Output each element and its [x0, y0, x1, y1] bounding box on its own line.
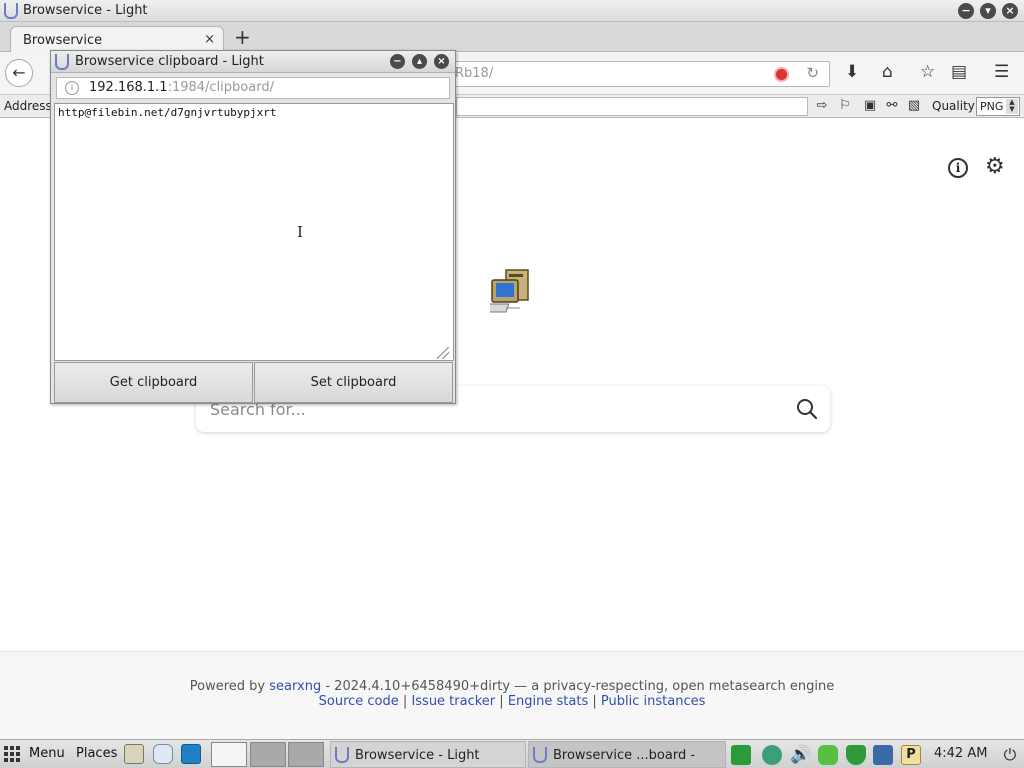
browservice-app-icon [4, 2, 18, 19]
maximize-icon[interactable]: ▾ [980, 3, 996, 19]
tab-close-icon[interactable]: × [204, 32, 215, 47]
tab-browservice[interactable]: Browservice × [10, 26, 224, 52]
url-path-text: Rb18/ [455, 66, 494, 81]
address-field[interactable] [456, 97, 808, 116]
clipboard-window-title: Browservice clipboard - Light [75, 54, 264, 69]
clipboard-icon[interactable]: ▧ [905, 97, 923, 115]
display-icon[interactable] [873, 745, 893, 765]
footer-separator: | [592, 694, 597, 709]
powered-by-line: Powered by searxng - 2024.4.10+6458490+d… [0, 679, 1024, 694]
powered-prefix: Powered by [189, 679, 266, 694]
clipboard-textarea[interactable]: http@filebin.net/d7gnjvrtubypjxrt [54, 103, 454, 361]
quality-value: PNG [980, 100, 1004, 113]
window-title: Browservice - Light [23, 3, 148, 18]
network-manager-icon[interactable] [762, 745, 782, 765]
hamburger-menu-icon[interactable]: ☰ [994, 62, 1009, 82]
shield-icon[interactable] [846, 745, 866, 765]
stop-icon[interactable] [774, 67, 789, 82]
find-icon[interactable]: ⚯ [883, 97, 901, 115]
page-footer: Powered by searxng - 2024.4.10+6458490+d… [0, 651, 1024, 739]
new-tab-button[interactable]: + [234, 26, 251, 48]
download-icon[interactable]: ⬇ [845, 62, 859, 82]
browservice-app-icon [533, 747, 547, 763]
clock: 4:42 AM [934, 746, 988, 761]
search-icon[interactable] [796, 398, 818, 420]
public-instances-link[interactable]: Public instances [601, 694, 705, 709]
tab-label: Browservice [23, 33, 103, 48]
maximize-icon[interactable]: ▴ [412, 54, 427, 69]
browservice-app-icon [335, 747, 349, 763]
window-titlebar: Browservice - Light − ▾ × [0, 0, 1024, 22]
volume-icon[interactable]: 🔊 [790, 745, 811, 765]
footer-links: Source code | Issue tracker | Engine sta… [0, 694, 1024, 709]
info-icon[interactable]: i [948, 158, 968, 178]
spinner-arrows-icon[interactable]: ▲ ▼ [1006, 99, 1018, 114]
task-browservice-light[interactable]: Browservice - Light [330, 741, 526, 768]
back-button[interactable]: ← [5, 59, 33, 87]
app-grid-icon[interactable] [4, 746, 22, 762]
powered-suffix: - 2024.4.10+6458490+dirty — a privacy-re… [325, 679, 835, 694]
get-clipboard-button[interactable]: Get clipboard [54, 362, 253, 403]
url-port-path: :1984/clipboard/ [167, 80, 274, 95]
footer-separator: | [402, 694, 408, 709]
minimize-icon[interactable]: − [390, 54, 405, 69]
source-code-link[interactable]: Source code [319, 694, 399, 709]
browser-launcher-icon[interactable] [153, 744, 173, 764]
network-graph-icon[interactable] [731, 745, 751, 765]
resize-grip-icon[interactable] [437, 347, 449, 359]
url-host: 192.168.1.1 [89, 80, 168, 95]
browservice-app-icon [55, 54, 69, 70]
close-icon[interactable]: × [434, 54, 449, 69]
taskbar: Menu Places Browservice - Light Browserv… [0, 739, 1024, 768]
workspace-3[interactable] [288, 742, 324, 767]
reload-icon[interactable]: ↻ [806, 64, 819, 82]
library-icon[interactable]: ▤ [951, 62, 967, 82]
engine-stats-link[interactable]: Engine stats [508, 694, 588, 709]
quality-select[interactable]: PNG ▲ ▼ [976, 97, 1020, 116]
clipboard-manager-icon[interactable]: P [901, 745, 921, 765]
bookmarks-list-icon[interactable]: ▣ [861, 97, 879, 115]
task-label: Browservice - Light [355, 748, 480, 763]
workspace-1[interactable] [211, 742, 247, 767]
footer-separator: | [499, 694, 504, 709]
power-icon[interactable]: ⏻ [1000, 745, 1020, 765]
clipboard-window-controls: − ▴ × [390, 54, 449, 69]
quality-label: Quality [932, 99, 975, 113]
battery-icon[interactable] [818, 745, 838, 765]
clipboard-url-bar[interactable]: i 192.168.1.1:1984/clipboard/ [56, 77, 450, 99]
gear-icon[interactable]: ⚙ [985, 156, 1005, 178]
file-manager-icon[interactable] [124, 744, 144, 764]
bookmark-icon[interactable]: ⚐ [836, 97, 854, 115]
tab-strip: Browservice × + [0, 22, 1024, 52]
close-icon[interactable]: × [1002, 3, 1018, 19]
terminal-launcher-icon[interactable] [181, 744, 201, 764]
searxng-link[interactable]: searxng [269, 679, 321, 694]
window-controls: − ▾ × [958, 3, 1018, 19]
go-arrow-icon[interactable]: ⇨ [813, 97, 831, 115]
task-browservice-clipboard[interactable]: Browservice ...board - Light [528, 741, 726, 768]
places-button[interactable]: Places [76, 740, 117, 768]
address-label: Address [4, 99, 52, 113]
task-label: Browservice ...board - Light [553, 748, 696, 763]
home-icon[interactable]: ⌂ [882, 62, 893, 82]
computer-logo-icon [490, 269, 529, 313]
site-info-icon[interactable]: i [65, 81, 79, 95]
clipboard-window-titlebar[interactable]: Browservice clipboard - Light − ▴ × [51, 51, 455, 73]
workspace-2[interactable] [250, 742, 286, 767]
issue-tracker-link[interactable]: Issue tracker [411, 694, 495, 709]
set-clipboard-button[interactable]: Set clipboard [254, 362, 453, 403]
menu-button[interactable]: Menu [29, 740, 65, 768]
text-cursor-icon: I [297, 223, 303, 241]
minimize-icon[interactable]: − [958, 3, 974, 19]
bookmark-star-icon[interactable]: ☆ [920, 62, 935, 82]
clipboard-window: Browservice clipboard - Light − ▴ × i 19… [50, 50, 456, 404]
